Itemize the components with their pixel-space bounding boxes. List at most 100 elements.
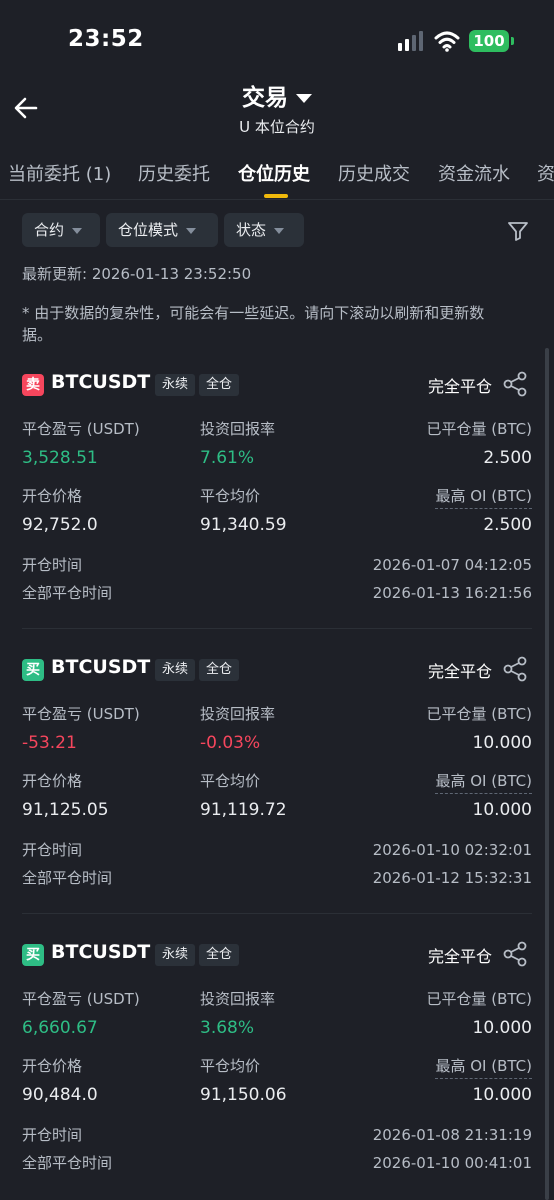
label-full-close-time: 全部平仓时间: [22, 1154, 113, 1172]
label-max-oi[interactable]: 最高 OI (BTC): [435, 1055, 532, 1079]
label-closed-qty: 已平仓量 (BTC): [426, 990, 532, 1008]
value-open-price: 90,484.0: [22, 1085, 98, 1105]
symbol: BTCUSDT: [51, 371, 151, 393]
position-card[interactable]: 买 BTCUSDT 永续 全仓 完全平仓 平仓盈亏 (USDT) 投资回报率 已…: [0, 645, 554, 915]
close-status: 完全平仓: [427, 377, 492, 396]
tab-trade-history[interactable]: 历史成交: [338, 160, 410, 186]
tab-order-history[interactable]: 历史委托: [138, 160, 210, 186]
battery-icon: 100: [469, 30, 509, 52]
battery-tip: [511, 37, 514, 45]
card-divider: [22, 913, 532, 914]
value-avg-close-price: 91,340.59: [200, 515, 287, 535]
last-update: 最新更新: 2026-01-13 23:52:50: [22, 265, 252, 283]
signal-icon: [398, 31, 423, 51]
share-icon[interactable]: [502, 656, 528, 682]
side-badge: 买: [22, 659, 44, 681]
page-subtitle: U 本位合约: [239, 118, 315, 136]
label-open-price: 开仓价格: [22, 487, 83, 505]
label-pnl: 平仓盈亏 (USDT): [22, 705, 140, 723]
close-status: 完全平仓: [427, 947, 492, 966]
label-full-close-time: 全部平仓时间: [22, 869, 113, 887]
caret-down-icon: [186, 227, 197, 234]
value-roi: 7.61%: [200, 448, 255, 468]
tag-perpetual: 永续: [155, 944, 196, 966]
share-icon[interactable]: [502, 941, 528, 967]
value-max-oi: 10.000: [472, 800, 532, 820]
label-avg-close-price: 平仓均价: [200, 772, 261, 790]
tag-margin-mode: 全仓: [199, 944, 240, 966]
tab-transaction-history[interactable]: 资金流水: [438, 160, 510, 186]
label-open-time: 开仓时间: [22, 1126, 83, 1144]
value-closed-qty: 10.000: [472, 733, 532, 753]
label-max-oi[interactable]: 最高 OI (BTC): [435, 485, 532, 509]
value-open-price: 91,125.05: [22, 800, 109, 820]
value-avg-close-price: 91,150.06: [200, 1085, 287, 1105]
position-card[interactable]: 买 BTCUSDT 永续 全仓 完全平仓 平仓盈亏 (USDT) 投资回报率 已…: [0, 930, 554, 1200]
card-divider: [22, 628, 532, 629]
caret-down-icon: [274, 227, 285, 234]
value-open-price: 92,752.0: [22, 515, 98, 535]
label-pnl: 平仓盈亏 (USDT): [22, 420, 140, 438]
filter-contract[interactable]: 合约: [22, 213, 100, 247]
value-closed-qty: 10.000: [472, 1018, 532, 1038]
close-status: 完全平仓: [427, 662, 492, 681]
label-avg-close-price: 平仓均价: [200, 487, 261, 505]
data-delay-notice: * 由于数据的复杂性，可能会有一些延迟。请向下滚动以刷新和更新数据。: [22, 304, 485, 344]
value-roi: 3.68%: [200, 1018, 255, 1038]
value-open-time: 2026-01-10 02:32:01: [372, 841, 532, 859]
status-time: 23:52: [68, 26, 144, 52]
header: 交易 U 本位合约: [0, 72, 554, 142]
value-max-oi: 2.500: [483, 515, 532, 535]
symbol: BTCUSDT: [51, 656, 151, 678]
value-open-time: 2026-01-07 04:12:05: [372, 556, 532, 574]
label-open-price: 开仓价格: [22, 1057, 83, 1075]
filter-status[interactable]: 状态: [224, 213, 304, 247]
tag-perpetual: 永续: [155, 374, 196, 396]
value-pnl: 3,528.51: [22, 448, 98, 468]
symbol: BTCUSDT: [51, 941, 151, 963]
label-roi: 投资回报率: [200, 990, 276, 1008]
position-card[interactable]: 卖 BTCUSDT 永续 全仓 完全平仓 平仓盈亏 (USDT) 投资回报率 已…: [0, 360, 554, 630]
label-roi: 投资回报率: [200, 420, 276, 438]
tag-margin-mode: 全仓: [199, 374, 240, 396]
label-closed-qty: 已平仓量 (BTC): [426, 705, 532, 723]
filter-funnel-icon[interactable]: [506, 219, 530, 243]
tab-bar: 当前委托 (1) 历史委托 仓位历史 历史成交 资金流水 资: [0, 146, 554, 200]
value-full-close-time: 2026-01-10 00:41:01: [372, 1154, 532, 1172]
value-pnl: 6,660.67: [22, 1018, 98, 1038]
label-roi: 投资回报率: [200, 705, 276, 723]
page-title[interactable]: 交易: [0, 78, 554, 112]
caret-down-icon: [296, 94, 312, 103]
side-badge: 卖: [22, 374, 44, 396]
status-bar: 23:52 100: [0, 0, 554, 80]
label-max-oi[interactable]: 最高 OI (BTC): [435, 770, 532, 794]
label-open-time: 开仓时间: [22, 556, 83, 574]
value-pnl: -53.21: [22, 733, 77, 753]
value-avg-close-price: 91,119.72: [200, 800, 287, 820]
page-title-text: 交易: [242, 85, 288, 111]
label-avg-close-price: 平仓均价: [200, 1057, 261, 1075]
value-max-oi: 10.000: [472, 1085, 532, 1105]
label-closed-qty: 已平仓量 (BTC): [426, 420, 532, 438]
filter-status-label: 状态: [236, 221, 267, 239]
value-open-time: 2026-01-08 21:31:19: [372, 1126, 532, 1144]
tag-perpetual: 永续: [155, 659, 196, 681]
value-full-close-time: 2026-01-13 16:21:56: [372, 584, 532, 602]
filter-position-mode[interactable]: 仓位模式: [106, 213, 218, 247]
share-icon[interactable]: [502, 371, 528, 397]
filter-contract-label: 合约: [34, 221, 65, 239]
tab-open-orders[interactable]: 当前委托 (1): [8, 160, 111, 186]
value-full-close-time: 2026-01-12 15:32:31: [372, 869, 532, 887]
side-badge: 买: [22, 944, 44, 966]
caret-down-icon: [72, 227, 83, 234]
label-full-close-time: 全部平仓时间: [22, 584, 113, 602]
tab-more[interactable]: 资: [537, 160, 554, 186]
tab-active-indicator: [264, 194, 288, 198]
wifi-icon: [434, 31, 460, 52]
scrollbar[interactable]: [545, 348, 549, 1200]
tab-position-history[interactable]: 仓位历史: [238, 160, 310, 186]
label-open-time: 开仓时间: [22, 841, 83, 859]
tag-margin-mode: 全仓: [199, 659, 240, 681]
value-closed-qty: 2.500: [483, 448, 532, 468]
label-open-price: 开仓价格: [22, 772, 83, 790]
